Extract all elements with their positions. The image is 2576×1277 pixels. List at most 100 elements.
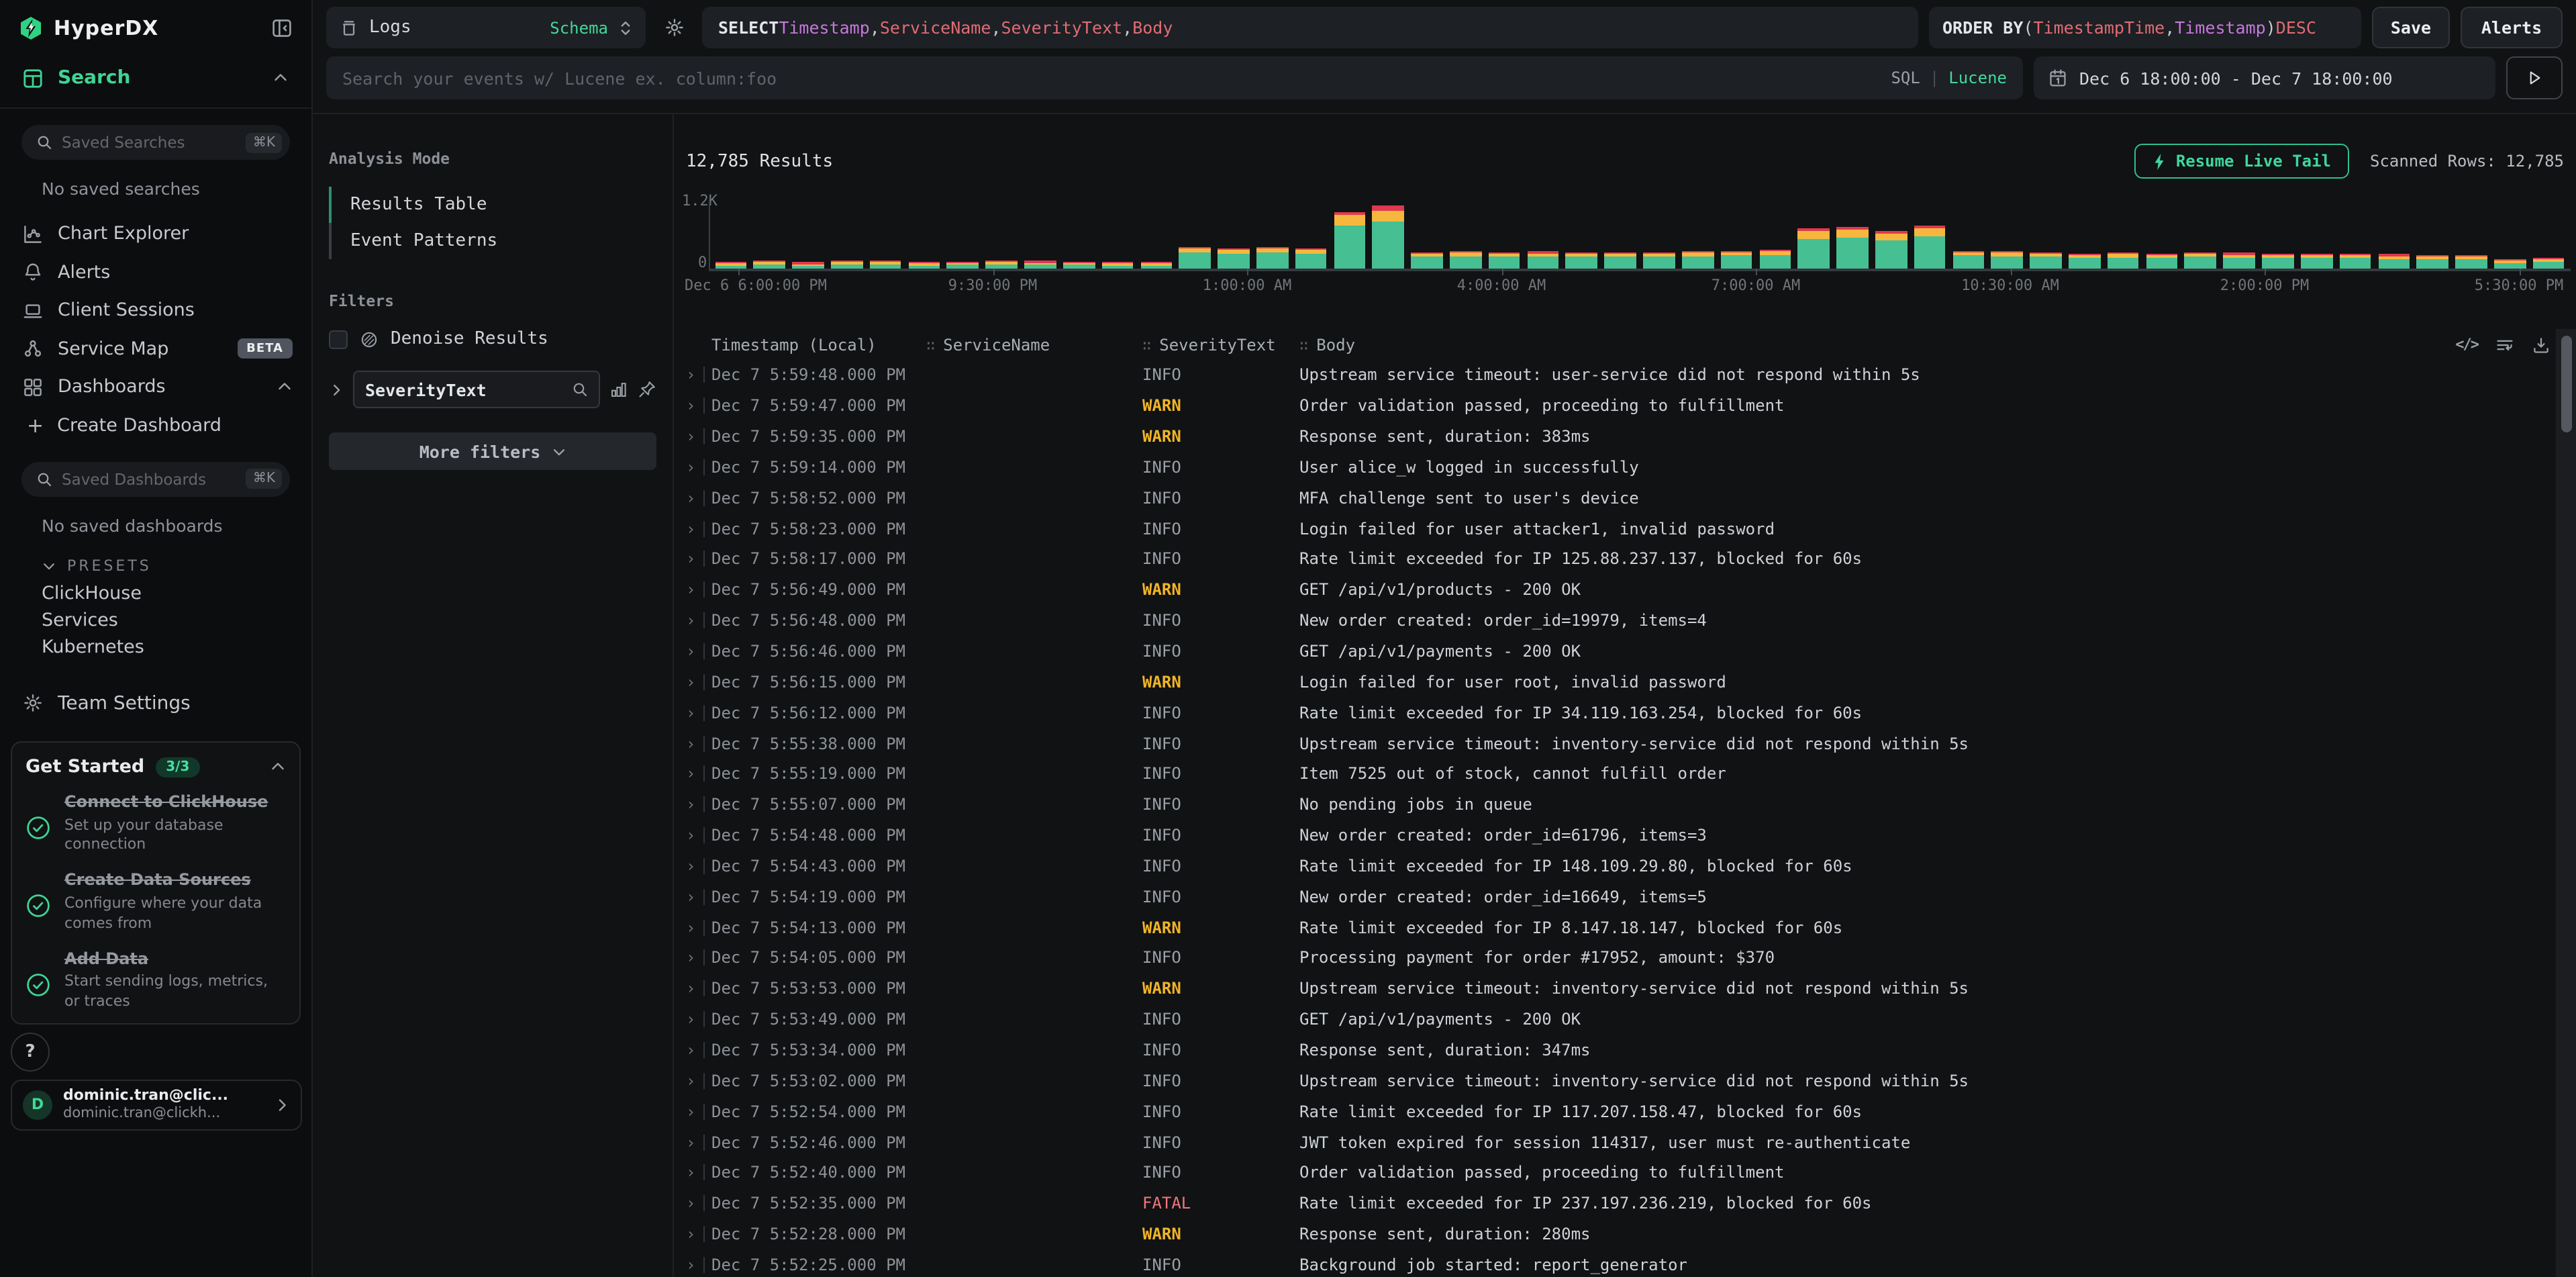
histogram-bar[interactable] (1952, 250, 1984, 269)
row-expand-chevron[interactable]: › (674, 734, 711, 753)
order-by-input[interactable]: ORDER BY (TimestampTime, Timestamp) DESC (1929, 7, 2361, 48)
get-started-item[interactable]: Add DataStart sending logs, metrics, or … (26, 949, 286, 1012)
chevron-right-icon[interactable]: › (686, 366, 695, 385)
scrollbar-thumb[interactable] (2561, 336, 2571, 432)
histogram-bar[interactable] (2301, 253, 2332, 269)
chevron-up-icon[interactable] (277, 379, 293, 395)
chevron-right-icon[interactable]: › (686, 519, 695, 538)
histogram-bar[interactable] (1875, 230, 1907, 269)
histogram-bar[interactable] (831, 260, 862, 269)
sidebar-item-alerts[interactable]: Alerts (0, 253, 311, 291)
row-expand-chevron[interactable]: › (674, 581, 711, 600)
table-row[interactable]: ›Dec 7 5:54:13.000 PMWARNRate limit exce… (674, 912, 2556, 943)
histogram-bar[interactable] (2378, 254, 2410, 269)
code-view-icon[interactable]: </> (2455, 336, 2478, 353)
histogram-bar[interactable] (754, 261, 785, 269)
histogram-bar[interactable] (986, 261, 1018, 269)
histogram-bar[interactable] (908, 262, 940, 269)
row-expand-chevron[interactable]: › (674, 427, 711, 446)
histogram-bar[interactable] (1914, 226, 1946, 269)
chevron-right-icon[interactable]: › (686, 765, 695, 784)
table-row[interactable]: ›Dec 7 5:56:46.000 PMINFOGET /api/v1/pay… (674, 636, 2556, 667)
row-expand-chevron[interactable]: › (674, 673, 711, 692)
row-expand-chevron[interactable]: › (674, 1010, 711, 1029)
column-header-servicename[interactable]: ∷ServiceName (926, 335, 1142, 354)
chevron-up-icon[interactable] (270, 759, 286, 775)
row-expand-chevron[interactable]: › (674, 458, 711, 477)
histogram-bar[interactable] (2146, 253, 2177, 269)
table-row[interactable]: ›Dec 7 5:59:48.000 PMINFOUpstream servic… (674, 360, 2556, 391)
histogram-bar[interactable] (2494, 258, 2526, 269)
row-expand-chevron[interactable]: › (674, 1133, 711, 1151)
histogram-bar[interactable] (1411, 252, 1442, 269)
histogram-bar[interactable] (1218, 248, 1249, 269)
histogram-bar[interactable] (2108, 252, 2139, 269)
histogram-bar[interactable] (1179, 246, 1211, 269)
date-range-picker[interactable]: Dec 6 18:00:00 - Dec 7 18:00:00 (2034, 56, 2495, 99)
row-expand-chevron[interactable]: › (674, 826, 711, 845)
histogram-bar[interactable] (2030, 252, 2061, 269)
create-dashboard-button[interactable]: + Create Dashboard (0, 406, 311, 445)
chevron-right-icon[interactable]: › (686, 826, 695, 845)
sidebar-item-team-settings[interactable]: Team Settings (0, 684, 311, 722)
histogram-bar[interactable] (1101, 262, 1133, 269)
chevron-right-icon[interactable]: › (686, 949, 695, 967)
sidebar-item-chart-explorer[interactable]: Chart Explorer (0, 215, 311, 253)
chevron-right-icon[interactable]: › (686, 673, 695, 692)
bar-chart-icon[interactable] (609, 380, 628, 399)
preset-item-clickhouse[interactable]: ClickHouse (0, 579, 311, 606)
column-header-timestamp[interactable]: Timestamp (Local) (711, 335, 926, 354)
chevron-right-icon[interactable]: › (686, 1041, 695, 1059)
table-row[interactable]: ›Dec 7 5:56:12.000 PMINFORate limit exce… (674, 698, 2556, 728)
mode-event-patterns[interactable]: Event Patterns (329, 223, 656, 259)
chevron-right-icon[interactable]: › (686, 1102, 695, 1121)
histogram-bar[interactable] (1836, 227, 1868, 269)
histogram-bar[interactable] (1140, 262, 1172, 269)
table-row[interactable]: ›Dec 7 5:56:15.000 PMWARNLogin failed fo… (674, 667, 2556, 698)
histogram-bar[interactable] (2533, 258, 2565, 269)
table-row[interactable]: ›Dec 7 5:53:34.000 PMINFOResponse sent, … (674, 1035, 2556, 1066)
sidebar-item-client-sessions[interactable]: Client Sessions (0, 291, 311, 330)
row-expand-chevron[interactable]: › (674, 1102, 711, 1121)
sidebar-item-service-map[interactable]: Service MapBETA (0, 330, 311, 368)
histogram-bar[interactable] (947, 261, 979, 269)
histogram-bar[interactable] (1373, 206, 1404, 269)
row-expand-chevron[interactable]: › (674, 765, 711, 784)
histogram-bar[interactable] (1682, 251, 1714, 269)
table-row[interactable]: ›Dec 7 5:54:19.000 PMINFONew order creat… (674, 882, 2556, 912)
run-query-button[interactable] (2506, 56, 2563, 99)
row-expand-chevron[interactable]: › (674, 1256, 711, 1274)
table-row[interactable]: ›Dec 7 5:55:07.000 PMINFONo pending jobs… (674, 790, 2556, 820)
chevron-right-icon[interactable]: › (686, 1194, 695, 1213)
severity-filter-field[interactable]: SeverityText (353, 371, 600, 408)
histogram-bar[interactable] (1798, 229, 1830, 269)
histogram-bar[interactable] (1489, 252, 1520, 269)
resume-live-tail-button[interactable]: Resume Live Tail (2134, 144, 2348, 179)
mode-results-table[interactable]: Results Table (329, 187, 656, 223)
histogram-bar[interactable] (1759, 250, 1791, 269)
row-expand-chevron[interactable]: › (674, 857, 711, 876)
row-expand-chevron[interactable]: › (674, 489, 711, 508)
table-row[interactable]: ›Dec 7 5:59:35.000 PMWARNResponse sent, … (674, 421, 2556, 452)
histogram-bar[interactable] (870, 261, 901, 269)
row-expand-chevron[interactable]: › (674, 1041, 711, 1059)
sidebar-item-dashboards[interactable]: Dashboards (0, 368, 311, 406)
source-selector[interactable]: Logs Schema (326, 7, 646, 48)
get-started-item[interactable]: Create Data SourcesConfigure where your … (26, 871, 286, 935)
table-row[interactable]: ›Dec 7 5:52:25.000 PMINFOBackground job … (674, 1249, 2556, 1277)
row-expand-chevron[interactable]: › (674, 550, 711, 569)
chevron-right-icon[interactable]: › (686, 857, 695, 876)
histogram-bar[interactable] (1991, 251, 2023, 269)
table-row[interactable]: ›Dec 7 5:54:43.000 PMINFORate limit exce… (674, 851, 2556, 882)
histogram-bar[interactable] (1256, 247, 1288, 269)
row-expand-chevron[interactable]: › (674, 795, 711, 814)
table-row[interactable]: ›Dec 7 5:58:17.000 PMINFORate limit exce… (674, 544, 2556, 575)
histogram-bar[interactable] (1295, 248, 1327, 269)
row-expand-chevron[interactable]: › (674, 1194, 711, 1213)
table-row[interactable]: ›Dec 7 5:58:52.000 PMINFOMFA challenge s… (674, 483, 2556, 514)
wrap-text-icon[interactable] (2495, 335, 2514, 354)
chevron-right-icon[interactable]: › (686, 918, 695, 937)
histogram-bar[interactable] (1643, 252, 1675, 269)
row-expand-chevron[interactable]: › (674, 611, 711, 630)
histogram-bar[interactable] (2069, 253, 2100, 269)
